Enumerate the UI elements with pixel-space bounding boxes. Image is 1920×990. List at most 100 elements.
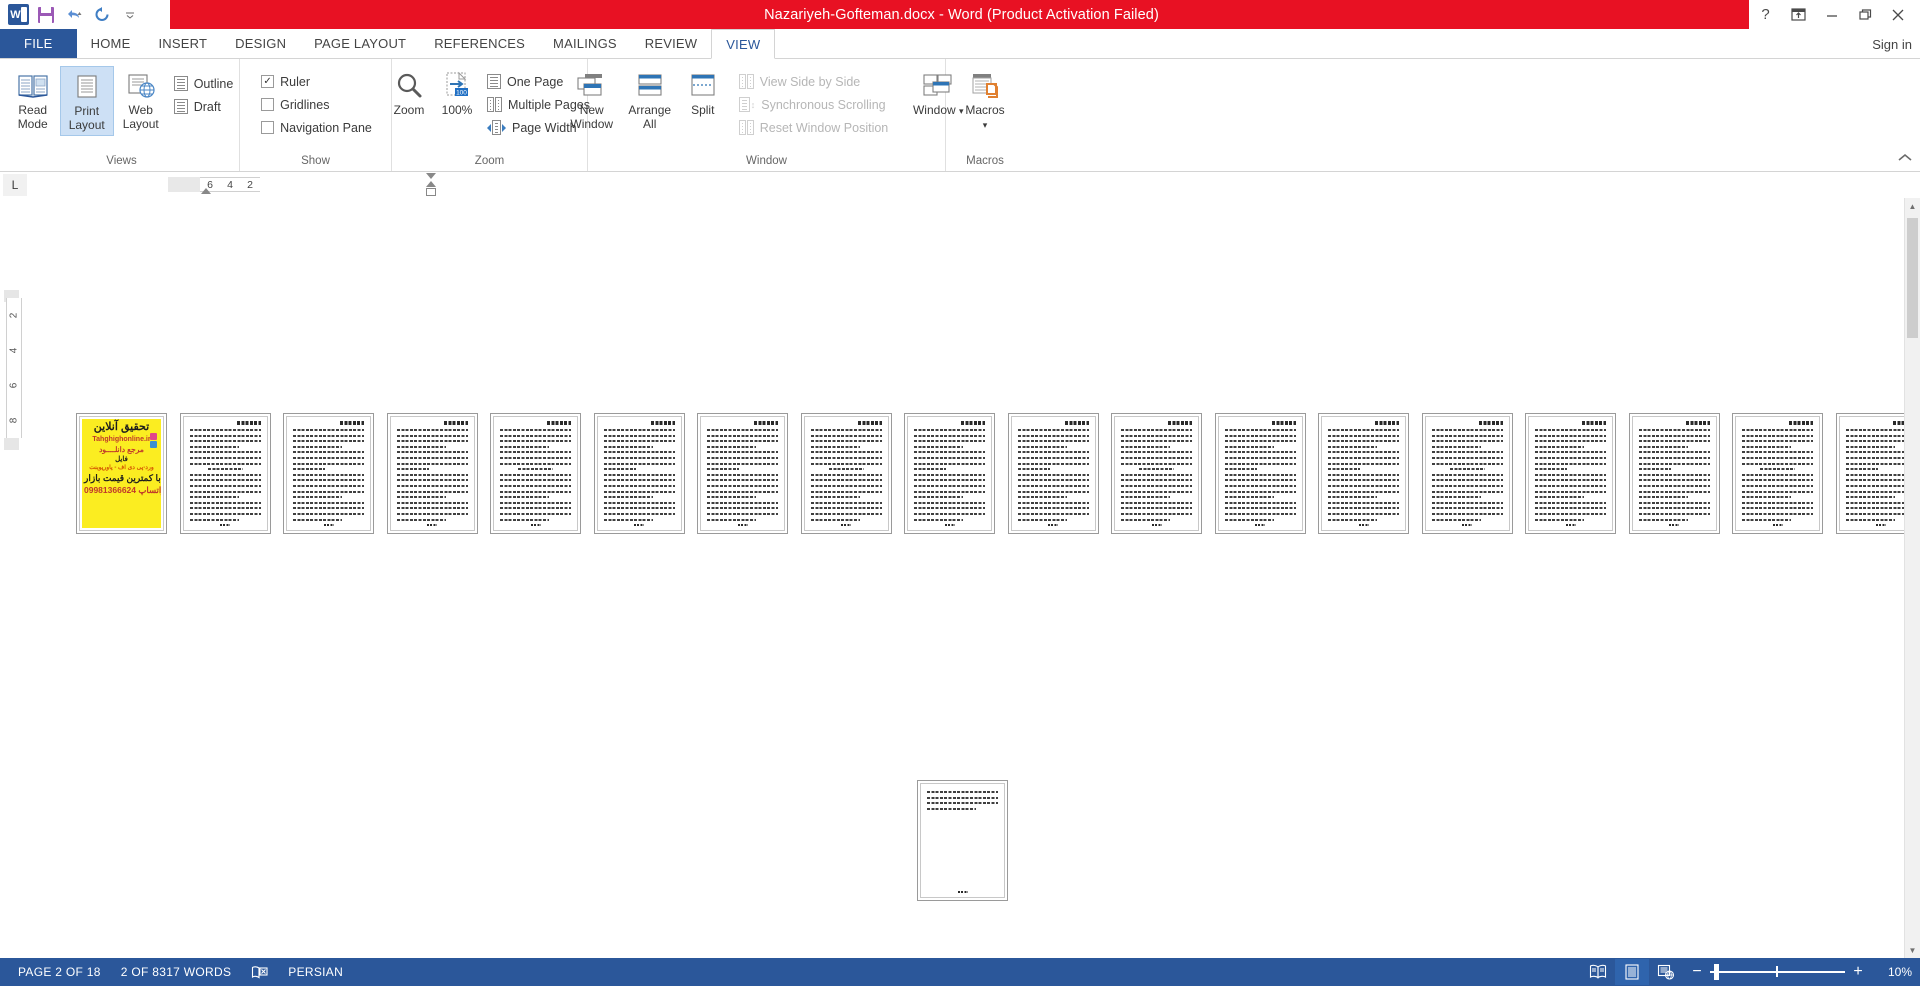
page-thumbnail[interactable]: [917, 780, 1008, 901]
vertical-scrollbar[interactable]: ▲ ▼: [1904, 198, 1920, 958]
tab-design[interactable]: DESIGN: [221, 29, 300, 58]
zoom-in-button[interactable]: +: [1852, 964, 1864, 980]
ribbon-display-options-icon[interactable]: [1782, 0, 1815, 29]
document-text-line: [1121, 496, 1170, 499]
draft-button[interactable]: Draft: [173, 97, 234, 116]
document-text-line: [500, 457, 571, 459]
save-icon[interactable]: [33, 2, 59, 27]
split-button[interactable]: Split: [679, 66, 727, 120]
document-text-line: [707, 440, 778, 443]
document-text-line: [1431, 440, 1503, 443]
tab-home[interactable]: HOME: [77, 29, 145, 58]
word-app-icon[interactable]: W: [5, 2, 31, 27]
ruler-checkbox-item[interactable]: ✓ Ruler: [261, 72, 372, 91]
scrollbar-thumb[interactable]: [1907, 218, 1918, 338]
hanging-indent-marker[interactable]: [426, 181, 436, 187]
pages-area[interactable]: تحقیق آنلاین Tahghighonline.ir مرجع دانل…: [0, 198, 1920, 958]
document-text-line: [1742, 440, 1813, 443]
document-text-line: [1224, 518, 1274, 521]
right-indent-marker[interactable]: [426, 188, 436, 196]
page-thumbnail[interactable]: [697, 413, 788, 534]
word-count[interactable]: 2 OF 8317 WORDS: [111, 965, 242, 979]
zoom-slider-track[interactable]: [1710, 964, 1845, 980]
navigation-pane-checkbox[interactable]: [261, 121, 275, 134]
tab-stop-selector[interactable]: L: [3, 173, 27, 196]
horizontal-ruler[interactable]: 6 4 2: [168, 173, 436, 196]
zoom-100-button[interactable]: 100 100%: [433, 66, 481, 120]
document-text-line: [1535, 473, 1606, 476]
page-thumbnail[interactable]: [1732, 413, 1823, 534]
page-thumbnail[interactable]: [1628, 413, 1720, 534]
document-text-line: [500, 451, 571, 454]
scroll-down-arrow[interactable]: ▼: [1905, 942, 1920, 958]
page-thumbnail[interactable]: [490, 413, 581, 534]
document-text-line: [1431, 485, 1503, 487]
document-text-line: [1535, 496, 1584, 499]
language-indicator[interactable]: PERSIAN: [278, 965, 353, 979]
outline-button[interactable]: Outline: [173, 74, 233, 93]
page-thumbnail[interactable]: [1525, 413, 1616, 534]
document-workspace[interactable]: 2 4 6 8 تحقیق آنلاین Tahghighonline.ir م…: [0, 198, 1920, 958]
page-thumbnail[interactable]: [1421, 413, 1513, 534]
document-text-line: [1121, 445, 1170, 448]
tab-mailings[interactable]: MAILINGS: [539, 29, 631, 58]
document-footer-mark: [634, 524, 644, 526]
page-thumbnail[interactable]: [283, 413, 374, 534]
tab-insert[interactable]: INSERT: [144, 29, 221, 58]
zoom-slider-knob[interactable]: [1714, 964, 1719, 980]
print-layout-button[interactable]: Print Layout: [59, 66, 114, 136]
tab-review[interactable]: REVIEW: [631, 29, 711, 58]
page-indicator[interactable]: PAGE 2 OF 18: [8, 965, 111, 979]
web-layout-button[interactable]: Web Layout: [114, 66, 168, 134]
tab-references[interactable]: REFERENCES: [420, 29, 539, 58]
close-button[interactable]: [1881, 0, 1914, 29]
zoom-level-label[interactable]: 10%: [1872, 965, 1912, 979]
left-indent-marker[interactable]: [201, 188, 211, 194]
zoom-group-label: Zoom: [474, 155, 505, 167]
sign-in-link[interactable]: Sign in: [1872, 29, 1912, 59]
ruler-checkbox[interactable]: ✓: [261, 75, 275, 88]
proofing-errors-icon[interactable]: [241, 965, 278, 980]
one-page-icon: [487, 74, 501, 89]
tab-page-layout[interactable]: PAGE LAYOUT: [300, 29, 420, 58]
navigation-pane-label: Navigation Pane: [280, 120, 372, 135]
page-thumbnail[interactable]: [800, 413, 892, 534]
document-text-line: [1742, 429, 1813, 431]
new-window-button[interactable]: New Window: [563, 66, 621, 134]
collapse-ribbon-button[interactable]: [1898, 152, 1912, 166]
page-thumbnail[interactable]: [1318, 413, 1409, 534]
undo-icon[interactable]: [61, 2, 87, 27]
page-thumbnail[interactable]: [386, 413, 478, 534]
scroll-up-arrow[interactable]: ▲: [1905, 198, 1920, 214]
zoom-button[interactable]: Zoom: [385, 66, 433, 120]
page-thumbnail[interactable]: [593, 413, 685, 534]
redo-icon[interactable]: [89, 2, 115, 27]
navigation-pane-checkbox-item[interactable]: Navigation Pane: [261, 118, 372, 137]
gridlines-checkbox[interactable]: [261, 98, 275, 111]
tab-file[interactable]: FILE: [0, 29, 77, 58]
page-thumbnail[interactable]: تحقیق آنلاین Tahghighonline.ir مرجع دانل…: [76, 413, 167, 534]
zoom-out-button[interactable]: −: [1691, 964, 1703, 980]
read-mode-button[interactable]: Read Mode: [6, 66, 60, 134]
restore-button[interactable]: [1848, 0, 1881, 29]
page-thumbnail[interactable]: [179, 413, 271, 534]
page-thumbnail[interactable]: [1214, 413, 1306, 534]
document-text-line: [1017, 445, 1067, 448]
minimize-button[interactable]: [1815, 0, 1848, 29]
document-text-line: [707, 501, 778, 504]
page-thumbnail[interactable]: [1111, 413, 1202, 534]
arrange-all-button[interactable]: Arrange All: [621, 66, 679, 134]
first-line-indent-marker[interactable]: [426, 173, 436, 179]
print-layout-view-button[interactable]: [1615, 959, 1649, 985]
page-thumbnail[interactable]: [904, 413, 995, 534]
zoom-slider[interactable]: − +: [1691, 964, 1864, 980]
page-thumbnail[interactable]: [1007, 413, 1099, 534]
web-layout-view-button[interactable]: [1649, 959, 1683, 985]
tab-view[interactable]: VIEW: [711, 29, 776, 59]
read-mode-view-button[interactable]: [1581, 959, 1615, 985]
help-icon[interactable]: ?: [1749, 0, 1782, 29]
customize-qat-icon[interactable]: [117, 2, 143, 27]
macros-button[interactable]: Macros ▾: [954, 66, 1016, 135]
gridlines-checkbox-item[interactable]: Gridlines: [261, 95, 372, 114]
document-text-line: [1328, 468, 1360, 471]
